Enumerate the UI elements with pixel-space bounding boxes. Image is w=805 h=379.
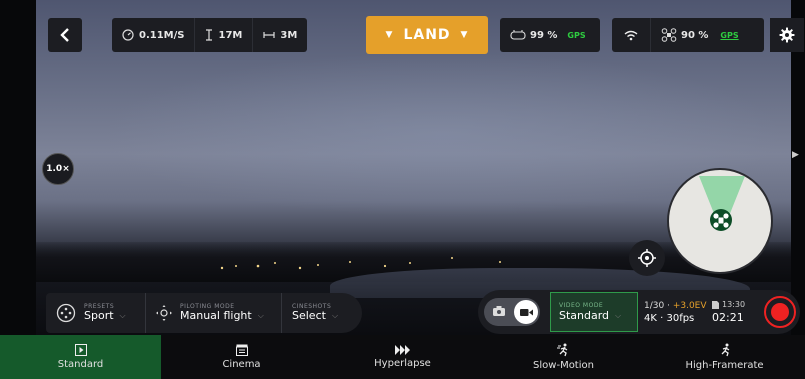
distance-value: 3M xyxy=(280,29,298,41)
zoom-button[interactable]: 1.0× xyxy=(42,153,74,185)
wifi-icon xyxy=(624,30,638,40)
altitude-icon xyxy=(206,29,213,41)
radar-minimap[interactable] xyxy=(667,168,773,274)
drone-status: 90 % GPS xyxy=(612,18,764,52)
speed-value: 0.11M/S xyxy=(139,29,185,41)
record-dot-icon xyxy=(771,303,789,321)
piloting-value: Manual flight xyxy=(180,309,252,323)
drone-gps-badge: GPS xyxy=(720,30,739,40)
telemetry-bar: 0.11M/S 17M 3M xyxy=(112,18,308,52)
zoom-level: 1.0× xyxy=(46,164,70,174)
runner-icon xyxy=(721,343,729,357)
chevron-down-icon: ⌵ xyxy=(331,310,339,320)
altitude-readout: 17M xyxy=(195,18,254,52)
video-mode-caption: VIDEO MODE xyxy=(559,302,604,309)
caret-down-icon: ▼ xyxy=(385,30,394,40)
camera-settings-panel: VIDEO MODE Standard ⌵ 1/30 · +3.0EV 4K · … xyxy=(478,290,800,334)
mode-standard[interactable]: Standard xyxy=(0,335,161,379)
controller-battery: 99 % GPS xyxy=(500,18,596,52)
expand-panel-arrow-icon[interactable]: ▶ xyxy=(792,150,799,160)
clapper-icon xyxy=(235,344,248,356)
altitude-value: 17M xyxy=(218,29,243,41)
recording-timer: 13:30 02:21 xyxy=(712,300,745,324)
video-mode-selector[interactable]: VIDEO MODE Standard ⌵ xyxy=(550,292,638,332)
distance-icon xyxy=(263,32,275,38)
drone-battery-value: 90 % xyxy=(681,29,709,41)
mode-high-framerate[interactable]: High-Framerate xyxy=(644,335,805,379)
flight-settings-panel: PRESETS Sport ⌵ PILOTING MODE Manual flig… xyxy=(46,293,362,333)
slow-runner-icon xyxy=(556,343,567,357)
mode-label: High-Framerate xyxy=(685,360,764,371)
piloting-mode-selector[interactable]: PILOTING MODE Manual flight ⌵ xyxy=(146,293,282,333)
presets-selector[interactable]: PRESETS Sport ⌵ xyxy=(46,293,146,333)
ev-value: +3.0EV xyxy=(672,300,707,311)
video-mode-value: Standard xyxy=(559,309,610,322)
joystick-icon xyxy=(156,305,172,321)
recenter-button[interactable] xyxy=(629,240,665,276)
remaining-time: 02:21 xyxy=(712,311,744,324)
settings-button[interactable] xyxy=(770,18,804,52)
mode-slow-motion[interactable]: Slow-Motion xyxy=(483,335,644,379)
shutter-value: 1/30 xyxy=(644,300,665,311)
video-mode-bar: Standard Cinema Hyperlapse Slow-Motion H… xyxy=(0,335,805,379)
mode-hyperlapse[interactable]: Hyperlapse xyxy=(322,335,483,379)
speed-readout: 0.11M/S xyxy=(112,18,196,52)
drone-heading-cone xyxy=(699,176,745,231)
cineshots-value: Select xyxy=(292,309,326,323)
mode-label: Slow-Motion xyxy=(533,360,594,371)
fast-forward-icon xyxy=(394,345,410,355)
mode-label: Hyperlapse xyxy=(374,358,431,369)
presets-value: Sport xyxy=(84,309,114,323)
back-button[interactable] xyxy=(48,18,82,52)
mode-cinema[interactable]: Cinema xyxy=(161,335,322,379)
gear-icon xyxy=(779,27,795,43)
resolution-value: 4K xyxy=(644,312,657,324)
left-edge xyxy=(0,0,36,335)
chevron-down-icon: ⌵ xyxy=(257,310,264,320)
controller-status: 99 % GPS xyxy=(500,18,600,52)
chevron-down-icon: ⌵ xyxy=(615,310,622,320)
controller-icon xyxy=(510,30,526,40)
storage-time: 13:30 xyxy=(722,300,746,309)
record-button[interactable] xyxy=(764,296,796,328)
cineshots-selector[interactable]: CINESHOTS Select ⌵ xyxy=(282,293,362,333)
exposure-settings[interactable]: 1/30 · +3.0EV 4K · 30fps xyxy=(644,301,712,324)
crosshair-icon xyxy=(638,249,656,267)
presets-icon xyxy=(56,303,76,323)
chevron-down-icon: ⌵ xyxy=(119,310,126,320)
land-button[interactable]: ▼ LAND ▼ xyxy=(366,16,488,54)
controller-battery-value: 99 % xyxy=(530,29,558,41)
mode-label: Cinema xyxy=(222,359,261,370)
land-label: LAND xyxy=(403,27,451,43)
speedometer-icon xyxy=(122,29,134,41)
controller-gps-badge: GPS xyxy=(567,30,586,40)
photo-video-toggle[interactable] xyxy=(484,298,540,326)
photo-camera-icon xyxy=(493,306,505,316)
distance-readout: 3M xyxy=(253,18,307,52)
framerate-value: 30fps xyxy=(666,312,695,324)
mode-label: Standard xyxy=(57,359,104,370)
video-camera-icon xyxy=(519,308,533,316)
play-icon xyxy=(74,344,87,356)
caret-down-icon: ▼ xyxy=(460,30,469,40)
drone-icon xyxy=(661,28,677,42)
chevron-left-icon xyxy=(60,28,69,42)
sd-card-icon xyxy=(712,300,719,309)
wifi-signal xyxy=(612,18,651,52)
drone-battery: 90 % GPS xyxy=(651,18,749,52)
video-mode-knob xyxy=(514,300,538,324)
